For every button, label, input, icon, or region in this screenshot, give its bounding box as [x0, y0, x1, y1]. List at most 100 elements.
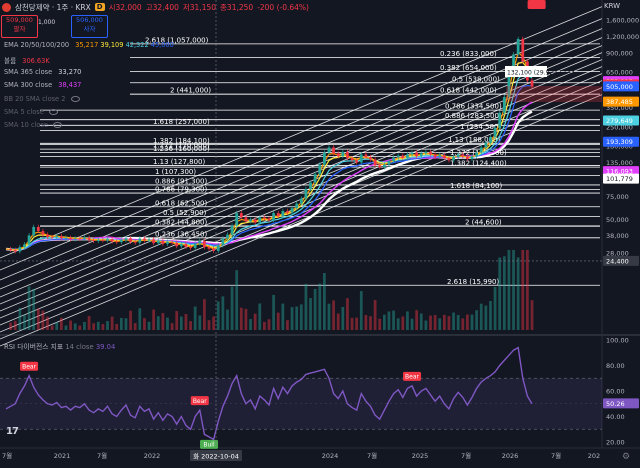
symbol-title[interactable]: 삼천당제약 · 1주 · KRX	[15, 2, 91, 13]
sell-button[interactable]: 509,000 팔자	[1, 15, 38, 38]
fib-level-label: 2 (441,000)	[170, 87, 211, 95]
volume-bar	[263, 321, 266, 330]
indicator-sma300[interactable]: SMA 300 close 38,437	[4, 81, 81, 89]
price-badge-label: 24,400	[606, 257, 629, 265]
candle-body	[396, 155, 400, 158]
candle-body	[516, 39, 520, 55]
time-axis-label: 7월	[461, 451, 471, 460]
candle-body	[382, 164, 386, 168]
rsi-title: RSI 다이버전스 지표	[4, 343, 64, 351]
ema100-value: 42,322	[125, 41, 149, 49]
candle-body	[392, 157, 395, 162]
rsi-axis-label: 60.00	[606, 388, 625, 396]
indicator-sma10[interactable]: SMA 10 close	[4, 121, 63, 129]
ohlc-low: 저31,150	[182, 2, 217, 12]
measure-range	[506, 86, 602, 102]
chart-canvas[interactable]: 2.618 (1,057,000)0.236 (833,000)0.382 (6…	[0, 0, 640, 468]
data-source-badge: D	[94, 3, 105, 11]
volume-bar	[55, 322, 59, 330]
candle-body	[438, 155, 442, 158]
indicator-ema-ribbon[interactable]: EMA 20/50/100/200 35,217 39,109 42,322 4…	[4, 41, 174, 49]
indicator-sma5[interactable]: SMA 5 close	[4, 108, 58, 116]
candle-body	[23, 244, 26, 248]
signal-label: Bear	[405, 374, 419, 381]
volume-bar	[179, 316, 183, 330]
volume-bar	[364, 314, 368, 330]
volume-bar	[96, 321, 100, 330]
candle-body	[101, 239, 105, 241]
currency-label[interactable]: KRW	[604, 2, 620, 10]
candle-body	[336, 153, 340, 157]
buy-price: 506,000	[76, 16, 103, 24]
price-axis-label: 1,600,000	[606, 17, 639, 25]
price-axis-label: 135,000	[606, 159, 633, 167]
candle-body	[212, 248, 216, 251]
fib-level-label: 0.786 (79,300)	[155, 186, 207, 194]
candle-body	[341, 151, 345, 157]
ohlc-high: 고32,400	[145, 2, 179, 12]
candle-body	[78, 238, 82, 240]
tradingview-logo-icon[interactable]: 17	[6, 426, 19, 437]
candle-body	[87, 237, 91, 241]
candle-body	[424, 151, 428, 154]
buy-button[interactable]: 506,000 사자	[71, 15, 108, 38]
volume-bar	[466, 314, 469, 330]
eye-icon[interactable]	[53, 122, 63, 128]
rsi-legend[interactable]: RSI 다이버전스 지표 14 close 39.04	[4, 341, 115, 351]
volume-bar	[281, 303, 285, 330]
candle-body	[18, 247, 22, 252]
volume-bar	[156, 316, 160, 330]
volume-bar	[41, 310, 45, 330]
candle-body	[50, 236, 54, 238]
volume-bar	[73, 323, 77, 330]
candle-body	[203, 240, 206, 248]
volume-bar	[161, 313, 165, 330]
volume-bar	[147, 321, 151, 330]
fib-level-label: 1.13 (127,800)	[153, 158, 205, 166]
indicator-name: SMA 5 close	[4, 108, 44, 116]
volume-bar	[401, 316, 405, 330]
price-axis-label: 1,200,000	[606, 33, 639, 41]
price-axis-label: 75,000	[606, 193, 629, 201]
volume-bar	[419, 313, 423, 330]
candle-body	[281, 211, 285, 217]
ema200-value: 45,000	[150, 41, 174, 49]
volume-bar	[143, 318, 146, 330]
volume-bar	[129, 310, 132, 330]
candle-body	[249, 219, 252, 222]
volume-bar	[452, 312, 455, 330]
candle-body	[143, 238, 146, 241]
indicator-bb[interactable]: BB 20 SMA close 2	[4, 95, 80, 103]
candle-body	[92, 240, 96, 241]
candle-body	[226, 234, 229, 239]
volume-bar	[50, 325, 54, 330]
symbol-header: 삼천당제약 · 1주 · KRX D 시32,000 고32,400 저31,1…	[0, 0, 602, 14]
candle-body	[253, 219, 257, 223]
indicator-sma365[interactable]: SMA 365 close 33,270	[4, 68, 81, 76]
volume-bar	[355, 317, 359, 330]
volume-bar	[479, 303, 483, 330]
eye-icon[interactable]	[48, 109, 58, 115]
fib-level-label: 0.786 (334,500)	[445, 103, 502, 111]
candle-body	[221, 238, 225, 246]
candle-body	[36, 226, 40, 232]
candle-body	[239, 213, 243, 218]
order-quantity[interactable]: 1,000	[38, 19, 55, 26]
volume-bar	[166, 317, 169, 330]
gear-icon[interactable]: ⚙	[622, 452, 630, 462]
candle-body	[327, 147, 331, 153]
fib-level-label: 0.5 (538,000)	[452, 75, 500, 83]
volume-bar	[193, 306, 197, 330]
candle-body	[299, 198, 303, 204]
volume-bar	[46, 316, 49, 330]
eye-icon[interactable]	[70, 96, 80, 102]
candle-body	[502, 97, 506, 113]
volume-bar	[235, 270, 239, 330]
rsi-axis-label: 100.00	[606, 337, 629, 345]
candle-body	[41, 231, 45, 235]
volume-bar	[493, 286, 497, 330]
indicator-volume[interactable]: 볼륨 306.63K	[4, 55, 50, 65]
volume-bar	[276, 312, 280, 330]
volume-bar	[336, 313, 340, 330]
time-axis-label: 7월	[97, 451, 107, 460]
